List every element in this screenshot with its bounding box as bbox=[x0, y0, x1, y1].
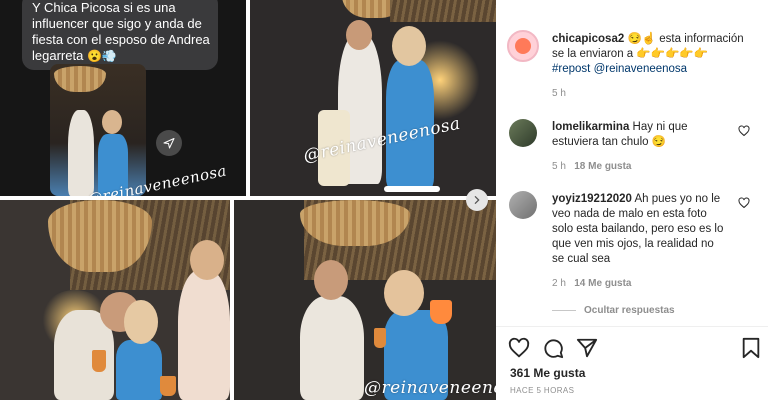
comment-age: 2 h bbox=[552, 278, 566, 289]
avatar[interactable] bbox=[509, 191, 537, 219]
spritz-glass bbox=[160, 376, 176, 396]
man-head bbox=[314, 260, 348, 300]
comment-text: Hay ni que bbox=[632, 121, 688, 133]
caption: chicapicosa2 😏☝ esta información bbox=[552, 32, 762, 47]
comment-username[interactable]: lomelikarmina bbox=[552, 121, 629, 133]
share-story-button[interactable] bbox=[156, 130, 182, 156]
friend-head bbox=[190, 240, 224, 280]
save-button[interactable] bbox=[740, 337, 762, 359]
caption-tags: #repost @reinaveneenosa bbox=[552, 62, 762, 77]
spritz-glass bbox=[374, 328, 386, 348]
likes-count[interactable]: 361 Me gusta bbox=[510, 366, 585, 380]
comment-button[interactable] bbox=[542, 337, 564, 359]
man-figure bbox=[300, 296, 364, 400]
comment-icon bbox=[544, 339, 564, 359]
comment-text: estuviera tan chulo 😏 bbox=[552, 136, 667, 148]
comment-age: 5 h bbox=[552, 161, 566, 172]
comment-text: veo nada de malo en esta foto bbox=[552, 208, 707, 220]
avatar[interactable] bbox=[509, 119, 537, 147]
woman-dress bbox=[116, 340, 162, 400]
chat-emoji: 😮💨 bbox=[86, 49, 117, 63]
wicker-lamp bbox=[54, 66, 106, 92]
post-side-panel: chicapicosa2 😏☝ esta información se la e… bbox=[496, 0, 768, 400]
photo-bottom-right: @reinaveneenosa bbox=[234, 200, 496, 400]
comment-username[interactable]: yoyiz19212020 bbox=[552, 193, 632, 205]
thatch-roof bbox=[390, 0, 496, 22]
chat-line: fiesta con el esposo de Andrea bbox=[32, 32, 210, 47]
chevron-right-icon bbox=[474, 196, 480, 204]
man-head bbox=[346, 20, 372, 50]
chat-line-text: legarreta bbox=[32, 48, 84, 63]
chat-line: Y Chica Picosa si es una bbox=[32, 0, 176, 15]
watermark-text: @reinaveneenosa bbox=[364, 378, 496, 398]
heart-icon[interactable] bbox=[738, 125, 750, 137]
paper-plane-icon bbox=[163, 138, 175, 149]
caption-age: 5 h bbox=[552, 88, 566, 99]
bookmark-icon bbox=[742, 337, 760, 359]
hashtag-link[interactable]: #repost bbox=[552, 63, 590, 75]
comment-text: que ven mis ojos, la realidad no bbox=[552, 238, 714, 250]
divider bbox=[552, 310, 576, 311]
hide-replies-link[interactable]: Ocultar respuestas bbox=[584, 305, 675, 316]
avatar[interactable] bbox=[507, 30, 539, 62]
divider bbox=[496, 326, 768, 327]
heart-icon bbox=[508, 337, 530, 358]
comment-meta: 5 h 18 Me gusta bbox=[552, 161, 632, 172]
share-button[interactable] bbox=[576, 337, 598, 359]
story-progress bbox=[384, 186, 440, 192]
story-thumbnail[interactable] bbox=[50, 64, 146, 196]
comment-likes[interactable]: 18 Me gusta bbox=[574, 161, 631, 172]
chat-line: legarreta 😮💨 bbox=[32, 48, 208, 64]
woman-head bbox=[102, 110, 122, 134]
mention-link[interactable]: @reinaveneenosa bbox=[594, 63, 688, 75]
like-button[interactable] bbox=[508, 337, 530, 359]
heart-icon[interactable] bbox=[738, 197, 750, 209]
post-timestamp: HACE 5 HORAS bbox=[510, 386, 575, 395]
chat-line: influencer que sigo y anda de bbox=[32, 16, 202, 31]
caption-text: se la enviaron a 👉👉👉👉👉 bbox=[552, 48, 708, 60]
man-figure bbox=[68, 110, 94, 196]
comment-text: solo esta bailando, pero eso es lo bbox=[552, 223, 724, 235]
friend-figure bbox=[178, 270, 230, 400]
next-image-button[interactable] bbox=[466, 189, 488, 211]
post-media[interactable]: Y Chica Picosa si es una influencer que … bbox=[0, 0, 496, 400]
comment-text: se cual sea bbox=[552, 253, 611, 265]
woman-head bbox=[124, 300, 158, 344]
photo-bottom-left bbox=[0, 200, 230, 400]
woman-head bbox=[392, 26, 426, 66]
comment: lomelikarmina Hay ni que bbox=[552, 120, 732, 135]
woman-head bbox=[384, 270, 424, 316]
spritz-glass bbox=[92, 350, 106, 372]
comment-meta: 2 h 14 Me gusta bbox=[552, 278, 632, 289]
paper-plane-icon bbox=[576, 338, 598, 358]
avatar-image bbox=[515, 38, 531, 54]
spritz-glass bbox=[430, 300, 452, 324]
caption-text: 😏☝ esta información bbox=[627, 33, 744, 45]
chat-bubble: Y Chica Picosa si es una influencer que … bbox=[22, 0, 218, 70]
chat-screenshot: Y Chica Picosa si es una influencer que … bbox=[0, 0, 246, 196]
comment: yoyiz19212020 Ah pues yo no le bbox=[552, 192, 742, 207]
comment-likes[interactable]: 14 Me gusta bbox=[574, 278, 631, 289]
comment-text: Ah pues yo no le bbox=[634, 193, 721, 205]
caption-username[interactable]: chicapicosa2 bbox=[552, 33, 624, 45]
photo-top-right: @reinaveneenosa bbox=[250, 0, 496, 196]
